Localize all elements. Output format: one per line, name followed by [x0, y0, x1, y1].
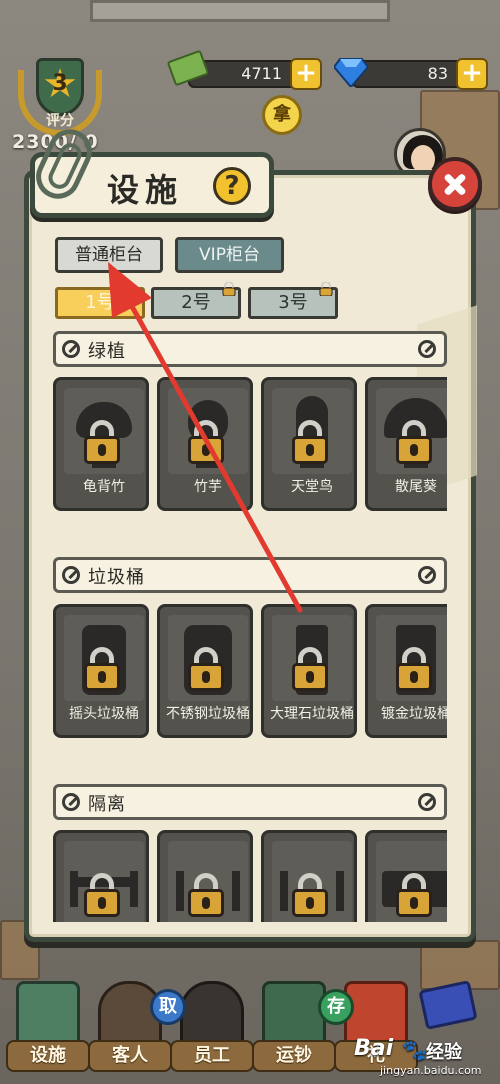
- watermark-text2: 经验: [426, 1042, 462, 1063]
- watermark-text: Bai: [354, 1036, 394, 1061]
- paw-icon: 🐾: [402, 1038, 427, 1062]
- watermark: Bai 🐾 经验 jingyan.baidu.com: [350, 1036, 496, 1080]
- annotation-arrow: [108, 262, 303, 613]
- watermark-url: jingyan.baidu.com: [380, 1064, 482, 1077]
